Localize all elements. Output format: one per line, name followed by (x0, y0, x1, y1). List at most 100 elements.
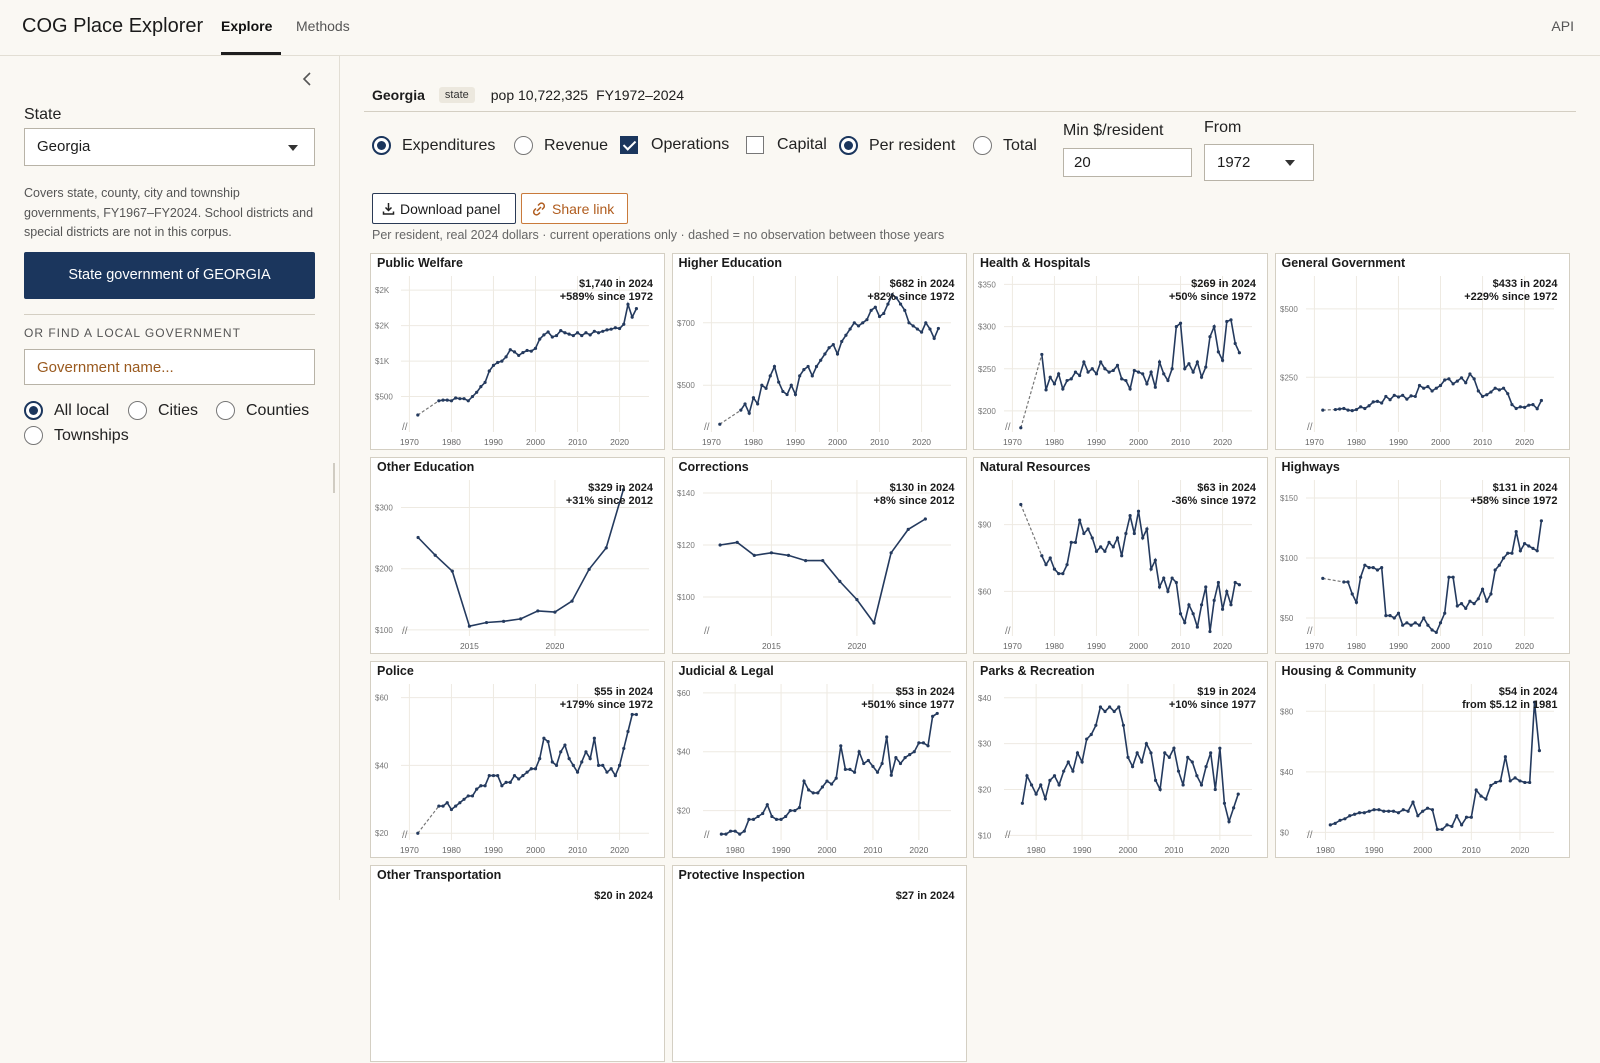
data-point (1497, 388, 1501, 392)
axis-break-mark: // (402, 626, 408, 637)
data-point (1112, 709, 1116, 714)
data-point (533, 767, 538, 771)
data-point (1048, 375, 1052, 379)
data-point (889, 773, 893, 777)
chart-stat-change: from $5.12 in 1981 (1462, 698, 1558, 711)
data-point (935, 711, 939, 716)
data-point (1061, 572, 1065, 576)
data-point (1103, 709, 1107, 714)
data-point (1057, 572, 1061, 576)
api-link[interactable]: API (1551, 18, 1574, 34)
data-point (1493, 386, 1497, 390)
chart-panel[interactable]: 1970 1980 1990 2000 2010 2020 $200 $250 $300 $350… (973, 253, 1268, 450)
tab-explore[interactable]: Explore (221, 18, 272, 34)
checkbox-operations[interactable]: Operations (620, 136, 729, 154)
data-point (1539, 519, 1543, 523)
chart-stat: $131 in 2024 +58% since 1972 (1470, 482, 1557, 507)
data-point (768, 374, 772, 378)
data-point (1187, 362, 1191, 366)
radio-townships[interactable]: Townships (24, 426, 129, 445)
radio-revenue[interactable]: Revenue (514, 136, 608, 155)
chart-panel[interactable]: 1970 1980 1990 2000 2010 2020 $500 $1K $2K $2K // P… (370, 253, 665, 450)
data-point (630, 712, 634, 717)
y-tick-label: $40 (978, 694, 992, 703)
data-point (1094, 549, 1099, 553)
data-point (1408, 394, 1413, 398)
data-point (609, 767, 613, 771)
chart-stat-current: $63 in 2024 (1197, 482, 1256, 494)
download-panel-button[interactable]: Download panel (372, 193, 516, 224)
data-point (737, 832, 741, 836)
data-point (1222, 801, 1227, 805)
radio-counties[interactable]: Counties (216, 401, 309, 420)
data-point (601, 329, 605, 333)
data-point (1208, 335, 1212, 339)
data-point (843, 767, 847, 771)
chart-panel[interactable]: 1970 1980 1990 2000 2010 2020 $50 $100 $150 // Hig… (1274, 457, 1570, 654)
data-point (783, 814, 787, 819)
y-tick-label: $60 (978, 587, 992, 596)
chart-panel[interactable]: 1980 1990 2000 2010 2020 $0 $40 $80 // Housing & … (1274, 661, 1570, 858)
from-year-select[interactable]: 1972 (1204, 144, 1314, 181)
series-line (1021, 705, 1239, 825)
collapse-sidebar-button[interactable] (298, 72, 318, 92)
data-point (1358, 405, 1362, 409)
state-government-button[interactable]: State government of GEORGIA (24, 252, 315, 299)
data-point (822, 352, 826, 356)
chart-title: Highways (1281, 460, 1340, 474)
data-point (479, 784, 483, 788)
data-point (1236, 792, 1240, 796)
data-point (1157, 585, 1162, 589)
data-point (778, 817, 783, 821)
data-point (1187, 603, 1191, 607)
chart-panel[interactable]: 1970 1980 1990 2000 2010 2020 $60 $90 // Natural … (973, 457, 1268, 654)
data-point (550, 760, 554, 764)
tab-methods[interactable]: Methods (296, 18, 350, 34)
radio-per-resident[interactable]: Per resident (839, 136, 955, 155)
radio-cities[interactable]: Cities (128, 401, 198, 420)
resize-handle[interactable] (333, 463, 335, 493)
data-point (575, 770, 580, 774)
chart-panel[interactable]: 1970 1980 1990 2000 2010 2020 $500 $700 // Higher… (671, 253, 967, 450)
chart-panel[interactable]: 1970 1980 1990 2000 2010 2020 $250 $500 // Genera… (1274, 253, 1570, 450)
data-point (912, 750, 916, 754)
data-point (1099, 545, 1103, 549)
data-point (759, 383, 763, 387)
radio-total[interactable]: Total (973, 136, 1037, 155)
data-point (1078, 518, 1082, 522)
data-point (634, 307, 638, 311)
data-point (491, 773, 496, 778)
data-point (871, 621, 876, 625)
x-tick-label: 2020 (847, 641, 866, 651)
share-link-button[interactable]: Share link (521, 193, 628, 224)
data-point (1474, 788, 1478, 792)
state-select[interactable]: Georgia (24, 128, 315, 166)
chart-panel[interactable]: 1980 1990 2000 2010 2020 $10 $20 $30 $40 // Parks … (973, 661, 1268, 858)
min-per-resident-input[interactable]: 20 (1063, 148, 1192, 177)
data-point (550, 335, 554, 339)
data-point (1191, 370, 1195, 374)
app-title[interactable]: COG Place Explorer (22, 15, 203, 38)
chart-panel[interactable]: 2015 2020 $100 $120 $140 // Corrections $130 in… (671, 457, 967, 654)
government-name-input[interactable]: Government name... (24, 349, 315, 385)
radio-selected-icon (372, 136, 391, 155)
data-point (1522, 542, 1526, 546)
chart-panel[interactable]: Other Transportation $20 in 2024 (370, 865, 665, 1062)
checkbox-capital[interactable]: Capital (746, 136, 827, 154)
place-header: Georgia state pop 10,722,325 FY1972–2024 (372, 87, 684, 103)
chart-panel[interactable]: 2015 2020 $100 $200 $300 // Other Education $32… (370, 457, 665, 654)
data-point (873, 305, 877, 309)
data-point (1362, 406, 1366, 411)
radio-all-local[interactable]: All local (24, 401, 109, 420)
data-point (1195, 360, 1199, 364)
chart-title: Judicial & Legal (678, 664, 774, 678)
chart-panel[interactable]: 1970 1980 1990 2000 2010 2020 $20 $40 $60 // Polic… (370, 661, 665, 858)
data-point (801, 368, 805, 372)
data-point (1478, 794, 1483, 798)
y-tick-label: $500 (375, 393, 393, 402)
chart-panel[interactable]: Protective Inspection $27 in 2024 (671, 865, 967, 1062)
checkbox-label: Operations (651, 136, 730, 153)
radio-expenditures[interactable]: Expenditures (372, 136, 495, 155)
data-point (1509, 551, 1514, 555)
chart-panel[interactable]: 1980 1990 2000 2010 2020 $20 $40 $60 // Judicial … (671, 661, 967, 858)
